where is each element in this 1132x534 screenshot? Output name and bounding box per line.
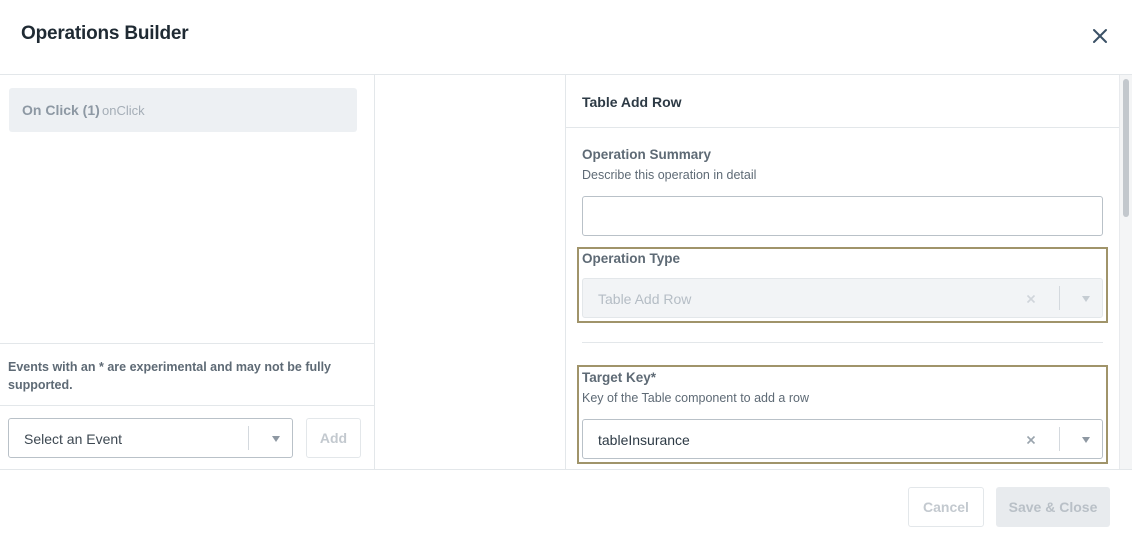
detail-header: Table Add Row — [566, 75, 1119, 128]
event-select[interactable]: Select an Event — [8, 418, 293, 458]
divider — [0, 405, 374, 406]
event-key: onClick — [102, 103, 145, 118]
operation-detail-panel: Table Add Row Operation Summary Describe… — [566, 75, 1132, 469]
modal-header: Operations Builder — [0, 0, 1132, 75]
scrollbar[interactable] — [1119, 75, 1132, 469]
chevron-down-icon[interactable] — [1082, 437, 1090, 443]
chevron-down-icon[interactable] — [1082, 296, 1090, 302]
cancel-button[interactable]: Cancel — [908, 487, 984, 527]
event-select-value: Select an Event — [24, 431, 123, 447]
close-button[interactable] — [1088, 24, 1112, 48]
target-key-value: tableInsurance — [598, 432, 690, 448]
operation-summary-description: Describe this operation in detail — [582, 168, 757, 182]
clear-icon[interactable] — [1023, 432, 1039, 448]
operation-summary-input[interactable] — [582, 196, 1103, 236]
event-name: On Click (1) — [22, 102, 100, 118]
operation-summary-label: Operation Summary — [582, 147, 712, 162]
operations-list-panel — [375, 75, 566, 469]
close-icon — [1093, 29, 1107, 43]
experimental-note: Events with an * are experimental and ma… — [8, 360, 332, 392]
select-separator — [1059, 286, 1060, 310]
chevron-down-icon[interactable] — [272, 436, 280, 442]
detail-title: Table Add Row — [582, 94, 682, 110]
events-panel: On Click (1) onClick Events with an * ar… — [0, 75, 375, 469]
operation-type-select[interactable]: Table Add Row — [582, 278, 1103, 318]
modal-title: Operations Builder — [21, 23, 189, 44]
events-footer: Events with an * are experimental and ma… — [0, 343, 374, 469]
target-key-label: Target Key* — [582, 370, 657, 385]
target-key-select[interactable]: tableInsurance — [582, 419, 1103, 459]
clear-icon[interactable] — [1023, 291, 1039, 307]
select-separator — [1059, 427, 1060, 451]
add-event-button[interactable]: Add — [306, 418, 361, 458]
operation-type-value: Table Add Row — [598, 291, 692, 307]
select-separator — [248, 426, 249, 450]
scrollbar-thumb[interactable] — [1123, 79, 1129, 217]
divider — [582, 342, 1103, 343]
event-item-onclick[interactable]: On Click (1) onClick — [9, 88, 357, 132]
modal-footer: Cancel Save & Close — [0, 469, 1132, 534]
operation-type-label: Operation Type — [582, 251, 681, 266]
save-close-button[interactable]: Save & Close — [996, 487, 1110, 527]
target-key-description: Key of the Table component to add a row — [582, 391, 810, 405]
